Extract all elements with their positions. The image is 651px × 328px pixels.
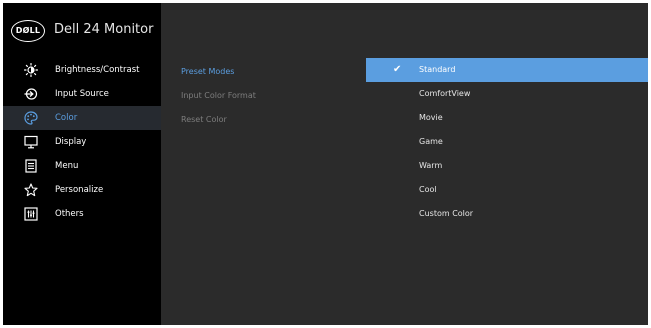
option-movie[interactable]: Movie (366, 106, 648, 130)
option-game[interactable]: Game (366, 130, 648, 154)
option-label: Movie (419, 113, 443, 122)
others-icon (24, 207, 38, 221)
preset-mode-options: ✔ Standard ComfortView Movie Game Warm C… (366, 58, 648, 226)
monitor-model-title: Dell 24 Monitor (54, 22, 154, 37)
option-label: Custom Color (419, 209, 474, 218)
option-comfortview[interactable]: ComfortView (366, 82, 648, 106)
input-source-icon (24, 87, 38, 101)
option-label: Cool (419, 185, 437, 194)
sidebar-item-personalize[interactable]: Personalize (3, 178, 161, 202)
dell-logo: DØLL (11, 20, 45, 42)
sidebar-item-label: Input Source (55, 89, 109, 99)
sidebar-item-label: Brightness/Contrast (55, 65, 140, 75)
monitor-osd: DØLL Dell 24 Monitor Brightness/Contrast (3, 3, 648, 325)
checkmark-icon: ✔ (393, 64, 402, 75)
option-label: Warm (419, 161, 443, 170)
submenu-item-preset-modes[interactable]: Preset Modes (181, 65, 361, 89)
submenu-item-reset-color[interactable]: Reset Color (181, 113, 361, 137)
sidebar-item-display[interactable]: Display (3, 130, 161, 154)
option-label: ComfortView (419, 89, 471, 98)
submenu-item-input-color-format[interactable]: Input Color Format (181, 89, 361, 113)
sidebar-item-label: Color (55, 113, 78, 123)
sidebar-nav: Brightness/Contrast Input Source Color D… (3, 58, 161, 226)
menu-icon (24, 159, 38, 173)
sidebar-item-menu[interactable]: Menu (3, 154, 161, 178)
sidebar-item-label: Others (55, 209, 84, 219)
option-standard[interactable]: ✔ Standard (366, 58, 648, 82)
sidebar-item-label: Personalize (55, 185, 104, 195)
option-label: Standard (419, 65, 456, 74)
star-icon (24, 183, 38, 197)
sidebar-item-others[interactable]: Others (3, 202, 161, 226)
sidebar-item-label: Display (55, 137, 87, 147)
option-warm[interactable]: Warm (366, 154, 648, 178)
color-submenu: Preset Modes Input Color Format Reset Co… (181, 65, 361, 137)
brightness-icon (24, 63, 38, 77)
sidebar-item-brightness-contrast[interactable]: Brightness/Contrast (3, 58, 161, 82)
option-cool[interactable]: Cool (366, 178, 648, 202)
option-label: Game (419, 137, 443, 146)
option-custom-color[interactable]: Custom Color (366, 202, 648, 226)
sidebar-item-color[interactable]: Color (3, 106, 161, 130)
sidebar-item-input-source[interactable]: Input Source (3, 82, 161, 106)
display-icon (24, 135, 38, 149)
sidebar-item-label: Menu (55, 161, 79, 171)
header: DØLL Dell 24 Monitor (3, 3, 648, 58)
color-palette-icon (24, 111, 38, 125)
